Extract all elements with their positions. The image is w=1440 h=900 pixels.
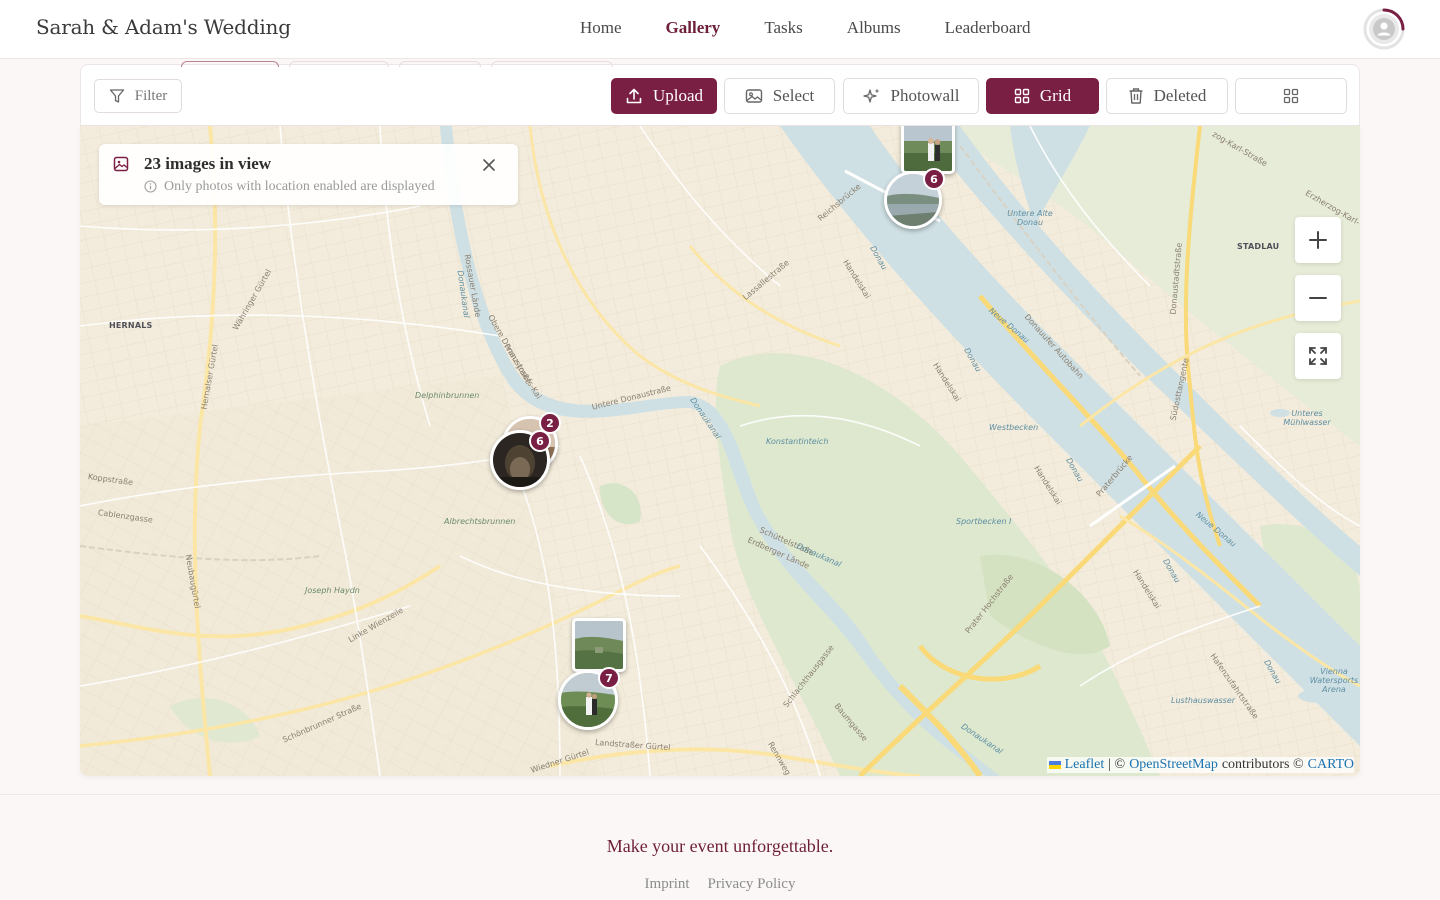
zoom-out-button[interactable] [1295,275,1341,321]
map-attribution: Leaflet | © OpenStreetMap contributors ©… [1046,757,1354,773]
footer-divider [0,794,1440,795]
privacy-policy-link[interactable]: Privacy Policy [708,876,796,893]
gallery-toolbar: Filter Upload Select Photowall Grid Dele… [80,61,1360,126]
photo-map[interactable]: HERNALS STADLAU Delphinbrunnen Albrechts… [80,126,1360,776]
layout-grid-icon [1283,88,1299,104]
cluster-count-badge: 6 [529,430,551,452]
cluster-count-badge: 7 [598,667,620,689]
map-label-albrechtsbrunnen: Albrechtsbrunnen [444,517,516,526]
nav-gallery[interactable]: Gallery [644,18,743,38]
deleted-label: Deleted [1153,86,1207,105]
upload-label: Upload [652,86,704,105]
photo-thumbnail [572,618,626,672]
map-label-joseph-haydn: Joseph Haydn [305,586,360,595]
photo-cluster-center[interactable]: 2 6 [488,412,568,496]
upload-button[interactable]: Upload [611,78,717,114]
ukraine-flag-icon [1048,761,1061,769]
images-in-view-panel: 23 images in view Only photos with locat… [99,144,518,205]
expand-icon [1309,347,1327,365]
footer-links: Imprint Privacy Policy [0,876,1440,893]
progress-ring [1363,8,1405,50]
leaflet-link[interactable]: Leaflet [1065,757,1105,773]
hidden-tabs [181,61,613,67]
map-label-lusthauswasser: Lusthauswasser [1171,696,1236,705]
photo-cluster-belvedere[interactable]: 7 [556,618,636,734]
trash-icon [1129,88,1143,104]
map-label-delphinbrunnen: Delphinbrunnen [415,391,480,400]
map-label-sportbecken: Sportbecken I [956,517,1012,526]
footer-tagline: Make your event unforgettable. [606,836,834,856]
osm-link[interactable]: OpenStreetMap [1129,757,1218,773]
filter-button[interactable]: Filter [94,79,182,113]
map-label-vienna-watersports: Vienna Watersports Arena [1309,667,1359,694]
nav-albums[interactable]: Albums [825,18,923,38]
layout-toggle-button[interactable] [1235,78,1347,114]
map-label-konstantinteich: Konstantinteich [766,437,829,446]
zoom-in-button[interactable] [1295,217,1341,263]
nav-home[interactable]: Home [558,18,644,38]
grid-view-button[interactable]: Grid [986,78,1099,114]
images-in-view-count: 23 images in view [144,154,272,173]
image-icon [745,89,762,103]
nav-tasks[interactable]: Tasks [742,18,824,38]
photo-thumbnail [901,126,955,174]
sparkles-icon [862,88,880,103]
nav-leaderboard[interactable]: Leaderboard [923,18,1053,38]
plus-icon [1309,231,1327,249]
location-info-text: Only photos with location enabled are di… [164,179,435,194]
select-label: Select [772,86,815,105]
close-icon[interactable] [480,156,498,174]
attribution-separator: | © [1108,757,1126,772]
user-avatar-button[interactable] [1362,7,1406,51]
map-label-westbecken: Westbecken [989,423,1039,432]
app-title[interactable]: Sarah & Adam's Wedding [36,15,291,39]
photowall-button[interactable]: Photowall [843,78,979,114]
grid-label: Grid [1039,86,1072,105]
fullscreen-button[interactable] [1295,333,1341,379]
image-icon [113,156,129,172]
main-nav: Home Gallery Tasks Albums Leaderboard [558,18,1053,38]
map-label-stadlau: STADLAU [1237,242,1280,251]
filter-icon [109,89,124,103]
carto-link[interactable]: CARTO [1308,757,1354,773]
deleted-button[interactable]: Deleted [1106,78,1228,114]
filter-label: Filter [134,87,168,104]
map-tiles[interactable] [80,126,1360,776]
photowall-label: Photowall [890,86,960,105]
grid-icon [1014,88,1030,104]
map-label-hernals: HERNALS [109,321,153,330]
select-button[interactable]: Select [724,78,835,114]
attribution-contributors: contributors © [1221,757,1304,772]
map-label-unteres-muehlwasser: Unteres Mühlwasser [1283,409,1331,427]
cluster-count-badge: 6 [923,168,945,190]
minus-icon [1309,297,1327,299]
upload-icon [626,88,642,104]
imprint-link[interactable]: Imprint [645,876,690,893]
info-icon [144,180,157,193]
top-navbar: Sarah & Adam's Wedding Home Gallery Task… [0,0,1440,59]
map-label-untere-alte-donau: Untere Alte Donau [1007,209,1053,227]
photo-cluster-danube[interactable]: 6 [880,126,960,240]
